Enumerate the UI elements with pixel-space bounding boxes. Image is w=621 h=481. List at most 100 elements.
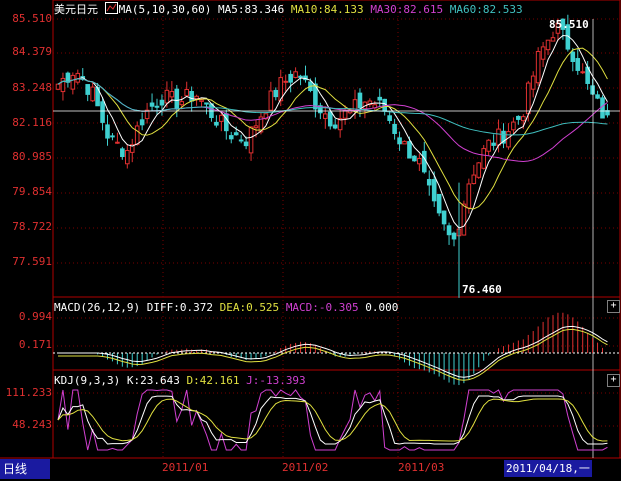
candle-body	[55, 83, 61, 90]
candle-body	[100, 101, 105, 123]
candle-body	[115, 141, 120, 144]
macd-zero: 0.000	[365, 301, 399, 314]
candle-body	[570, 51, 576, 62]
candle-body	[540, 46, 546, 60]
candle-body	[110, 135, 115, 138]
candle-body	[159, 99, 165, 106]
xtick-jan: 2011/01	[162, 461, 209, 474]
candle-body	[332, 124, 338, 129]
candle-body	[387, 115, 392, 121]
ytick-main-1: 84.379	[12, 45, 52, 58]
kdj-j-line	[57, 389, 608, 451]
candle-body	[491, 142, 496, 146]
candle-body	[283, 80, 288, 83]
candle-body	[85, 84, 91, 95]
candle-body	[154, 105, 160, 108]
candle-body	[125, 149, 130, 165]
candle-body	[70, 74, 76, 90]
candle-body	[397, 137, 402, 145]
xtick-feb: 2011/02	[282, 461, 329, 474]
candle-body	[293, 71, 298, 78]
ytick-main-4: 80.985	[12, 150, 52, 163]
candle-body	[436, 193, 442, 214]
ytick-main-7: 77.591	[12, 255, 52, 268]
xtick-mar: 2011/03	[398, 461, 445, 474]
chart-canvas[interactable]	[0, 0, 621, 481]
ytick-main-2: 83.248	[12, 81, 52, 94]
main-panel-frame	[52, 0, 621, 298]
candle-body	[377, 96, 383, 101]
kdj-k: K:23.643	[126, 374, 180, 387]
candle-body	[174, 88, 180, 110]
candle-body	[169, 91, 175, 98]
kdj-expand-button[interactable]: +	[607, 374, 620, 387]
chart-line-icon[interactable]	[104, 2, 118, 14]
kdj-k-line	[57, 395, 608, 445]
candle-body	[189, 91, 194, 102]
candle-body	[431, 179, 437, 202]
candle-body	[327, 111, 333, 127]
candle-body	[139, 119, 145, 126]
candle-body	[441, 210, 447, 225]
candle-body	[184, 88, 189, 97]
candle-body	[164, 89, 170, 104]
candle-body	[486, 139, 491, 152]
macd-expand-button[interactable]: +	[607, 300, 620, 313]
candle-body	[214, 121, 219, 126]
candle-body	[580, 71, 586, 74]
candle-body	[525, 82, 531, 115]
candle-body	[595, 94, 600, 99]
candle-body	[273, 89, 279, 98]
symbol-name: 美元日元	[54, 3, 98, 16]
macd-diff: DIFF:0.372	[146, 301, 213, 314]
candle-body	[511, 121, 516, 131]
candle-body	[149, 102, 155, 107]
high-label: 85.510	[549, 18, 589, 31]
candle-body	[75, 72, 81, 83]
candle-body	[268, 90, 274, 111]
ma60-value: MA60:82.533	[449, 3, 523, 16]
period-tab-daily[interactable]: 日线	[0, 459, 50, 479]
candle-body	[407, 141, 412, 159]
cursor-date: 2011/04/18,一	[504, 460, 592, 477]
ytick-main-5: 79.854	[12, 185, 52, 198]
candle-body	[194, 95, 199, 100]
candle-body	[228, 135, 234, 140]
candle-body	[204, 102, 209, 105]
macd-dea: DEA:0.525	[219, 301, 280, 314]
candle-body	[417, 157, 422, 165]
candle-body	[402, 140, 407, 145]
candle-body	[496, 128, 501, 146]
candle-body	[550, 37, 556, 42]
candle-body	[288, 73, 293, 83]
candle-body	[60, 77, 66, 93]
candle-body	[199, 99, 204, 102]
ma5-value: MA5:83.346	[217, 3, 285, 16]
candle-body	[253, 125, 259, 129]
macd-spec: MACD(26,12,9)	[54, 301, 141, 314]
candle-body	[298, 75, 303, 78]
candle-body	[426, 179, 432, 186]
candle-body	[105, 124, 110, 139]
ytick-main-6: 78.722	[12, 220, 52, 233]
candle-body	[481, 148, 486, 169]
ytick-kdj-1: 48.243	[12, 418, 52, 431]
candle-body	[357, 92, 363, 109]
low-label: 76.460	[462, 283, 502, 296]
ma5-line	[57, 34, 608, 229]
candle-body	[392, 123, 397, 134]
candle-body	[248, 126, 254, 154]
macd-value: MACD:-0.305	[285, 301, 359, 314]
candle-body	[233, 132, 239, 136]
macd-legend: MACD(26,12,9) DIFF:0.372 DEA:0.525 MACD:…	[54, 301, 398, 315]
main-legend: 美元日元 MA(5,10,30,60) MA5:83.346 MA10:84.1…	[54, 2, 523, 17]
candle-body	[521, 116, 526, 122]
candle-body	[342, 110, 348, 119]
candle-body	[243, 141, 249, 147]
candle-body	[412, 155, 417, 162]
candle-body	[545, 39, 551, 51]
kdj-d-line	[57, 398, 608, 442]
ma60-line	[57, 78, 608, 136]
candle-body	[451, 232, 457, 240]
ma10-value: MA10:84.133	[290, 3, 364, 16]
